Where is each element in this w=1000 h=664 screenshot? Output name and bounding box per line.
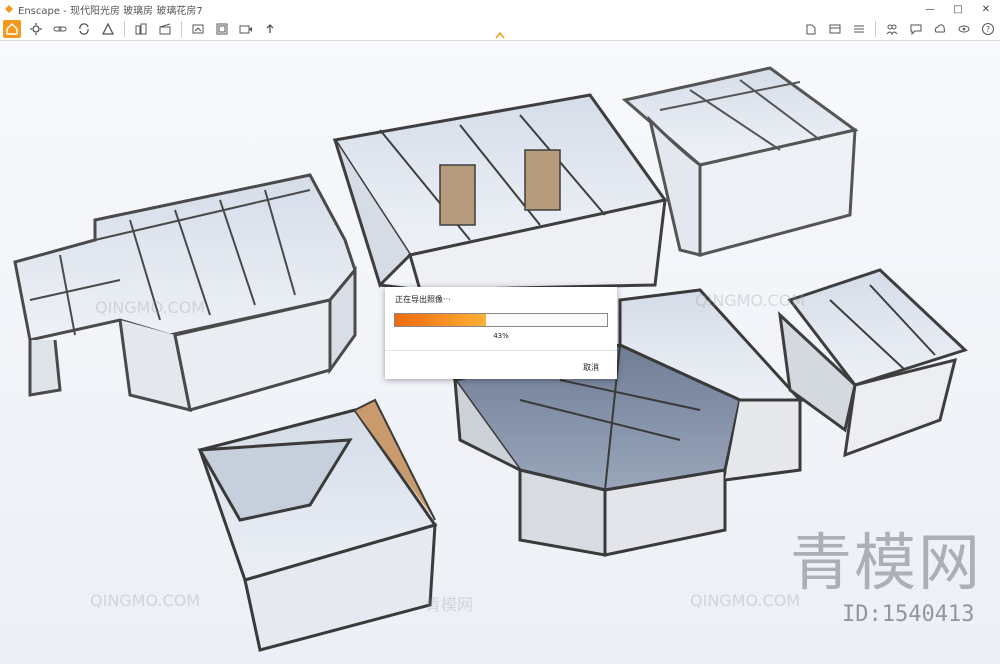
link-icon[interactable] — [51, 20, 69, 38]
sunroom-model-center-gable — [332, 93, 668, 292]
sunroom-model-left — [13, 173, 357, 413]
brand-watermark: 青模网 — [790, 526, 983, 599]
progress-percent-label: 43% — [493, 332, 509, 340]
window-title: Enscape - 现代阳光房 玻璃房 玻璃花房7 — [18, 5, 203, 17]
maximize-button[interactable]: □ — [944, 4, 972, 15]
toolbar-separator — [124, 21, 125, 37]
dialog-divider — [385, 350, 617, 351]
progress-bar-fill — [395, 314, 487, 326]
view-icon[interactable] — [955, 20, 973, 38]
asset-library-icon[interactable] — [802, 20, 820, 38]
video-export-icon[interactable] — [237, 20, 255, 38]
batch-render-icon[interactable] — [213, 20, 231, 38]
progress-bar — [394, 313, 608, 327]
help-icon[interactable]: ? — [979, 20, 997, 38]
material-editor-icon[interactable] — [826, 20, 844, 38]
sync-icon[interactable] — [75, 20, 93, 38]
settings-icon[interactable] — [27, 20, 45, 38]
dialog-title: 正在导出照像··· — [395, 295, 451, 304]
cloud-icon[interactable] — [931, 20, 949, 38]
collapse-caret-icon[interactable] — [495, 31, 505, 39]
minimize-button[interactable]: — — [916, 4, 944, 15]
clapper-icon[interactable] — [156, 20, 174, 38]
toolbar-separator — [181, 21, 182, 37]
screenshot-icon[interactable] — [189, 20, 207, 38]
sunroom-model-bottom-left — [197, 398, 438, 652]
camera-icon[interactable] — [99, 20, 117, 38]
watermark-text: QINGMO.COM — [695, 291, 806, 310]
watermark-text: QINGMO.COM — [95, 298, 206, 317]
visual-settings-icon[interactable] — [850, 20, 868, 38]
close-button[interactable]: ✕ — [972, 4, 1000, 15]
toolbar-separator — [875, 21, 876, 37]
upload-icon[interactable] — [261, 20, 279, 38]
watermark-text: 青模网 — [425, 595, 474, 614]
title-bar: Enscape - 现代阳光房 玻璃房 玻璃花房7 — □ ✕ — [0, 0, 1000, 18]
building-icon[interactable] — [132, 20, 150, 38]
svg-text:?: ? — [986, 25, 990, 34]
people-icon[interactable] — [883, 20, 901, 38]
home-icon[interactable] — [3, 20, 21, 38]
watermark-text: QINGMO.COM — [90, 591, 201, 610]
id-watermark: ID:1540413 — [842, 602, 975, 627]
watermark-text: QINGMO.COM — [690, 591, 801, 610]
collaboration-icon[interactable] — [907, 20, 925, 38]
cancel-button[interactable]: 取消 — [583, 362, 599, 373]
export-progress-dialog: 正在导出照像··· 43% 取消 — [385, 287, 617, 379]
sunroom-model-right-small — [777, 268, 968, 458]
enscape-logo-icon — [5, 5, 13, 13]
